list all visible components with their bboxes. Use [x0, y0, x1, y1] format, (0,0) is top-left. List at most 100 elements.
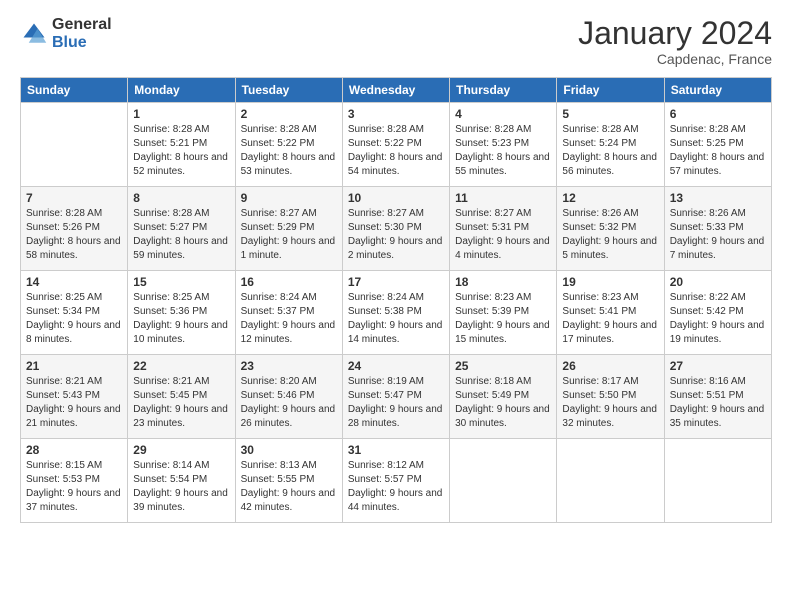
day-number: 28: [26, 443, 122, 457]
day-number: 14: [26, 275, 122, 289]
day-info: Sunrise: 8:28 AMSunset: 5:27 PMDaylight:…: [133, 207, 229, 263]
calendar-cell: 14 Sunrise: 8:25 AMSunset: 5:34 PMDayligh…: [21, 271, 128, 355]
calendar-cell: 16Sunrise: 8:24 AMSunset: 5:37 PMDayligh…: [235, 271, 342, 355]
week-row-2: 14 Sunrise: 8:25 AMSunset: 5:34 PMDayligh…: [21, 271, 772, 355]
calendar-cell: 18 Sunrise: 8:23 AMSunset: 5:39 PMDayligh…: [450, 271, 557, 355]
day-number: 2: [241, 107, 337, 121]
day-info: Sunrise: 8:21 AMSunset: 5:43 PMDaylight:…: [26, 375, 122, 431]
calendar-cell: 21 Sunrise: 8:21 AMSunset: 5:43 PMDayligh…: [21, 355, 128, 439]
calendar-cell: 3 Sunrise: 8:28 AMSunset: 5:22 PMDaylight…: [342, 103, 449, 187]
calendar-cell: 29 Sunrise: 8:14 AMSunset: 5:54 PMDayligh…: [128, 439, 235, 523]
day-number: 1: [133, 107, 229, 121]
day-number: 15: [133, 275, 229, 289]
logo-icon: [20, 20, 48, 48]
day-number: 31: [348, 443, 444, 457]
day-number: 12: [562, 191, 658, 205]
calendar-cell: 8 Sunrise: 8:28 AMSunset: 5:27 PMDaylight…: [128, 187, 235, 271]
day-number: 26: [562, 359, 658, 373]
calendar-cell: [450, 439, 557, 523]
day-info: Sunrise: 8:28 AMSunset: 5:25 PMDaylight:…: [670, 123, 766, 179]
day-info: Sunrise: 8:16 AMSunset: 5:51 PMDaylight:…: [670, 375, 766, 431]
day-info: Sunrise: 8:14 AMSunset: 5:54 PMDaylight:…: [133, 459, 229, 515]
day-number: 7: [26, 191, 122, 205]
day-info: Sunrise: 8:28 AMSunset: 5:23 PMDaylight:…: [455, 123, 551, 179]
calendar-table: Sunday Monday Tuesday Wednesday Thursday…: [20, 77, 772, 523]
logo: General Blue: [20, 16, 112, 51]
logo-blue-text: Blue: [52, 34, 112, 52]
day-info: Sunrise: 8:28 AMSunset: 5:22 PMDaylight:…: [241, 123, 337, 179]
day-info: Sunrise: 8:24 AMSunset: 5:38 PMDaylight:…: [348, 291, 444, 347]
calendar-cell: 1 Sunrise: 8:28 AMSunset: 5:21 PMDaylight…: [128, 103, 235, 187]
day-number: 22: [133, 359, 229, 373]
header-monday: Monday: [128, 78, 235, 103]
calendar-cell: 4Sunrise: 8:28 AMSunset: 5:23 PMDaylight…: [450, 103, 557, 187]
day-number: 5: [562, 107, 658, 121]
day-number: 21: [26, 359, 122, 373]
day-number: 17: [348, 275, 444, 289]
header: General Blue January 2024 Capdenac, Fran…: [20, 16, 772, 67]
day-info: Sunrise: 8:28 AMSunset: 5:21 PMDaylight:…: [133, 123, 229, 179]
calendar-cell: 7 Sunrise: 8:28 AMSunset: 5:26 PMDaylight…: [21, 187, 128, 271]
day-number: 11: [455, 191, 551, 205]
calendar-cell: 12 Sunrise: 8:26 AMSunset: 5:32 PMDayligh…: [557, 187, 664, 271]
calendar-cell: 22 Sunrise: 8:21 AMSunset: 5:45 PMDayligh…: [128, 355, 235, 439]
day-number: 23: [241, 359, 337, 373]
header-thursday: Thursday: [450, 78, 557, 103]
day-info: Sunrise: 8:25 AMSunset: 5:36 PMDaylight:…: [133, 291, 229, 347]
day-number: 13: [670, 191, 766, 205]
day-info: Sunrise: 8:13 AMSunset: 5:55 PMDaylight:…: [241, 459, 337, 515]
logo-text: General Blue: [52, 16, 112, 51]
calendar-cell: 2 Sunrise: 8:28 AMSunset: 5:22 PMDaylight…: [235, 103, 342, 187]
week-row-3: 21 Sunrise: 8:21 AMSunset: 5:43 PMDayligh…: [21, 355, 772, 439]
day-info: Sunrise: 8:25 AMSunset: 5:34 PMDaylight:…: [26, 291, 122, 347]
calendar-cell: 28 Sunrise: 8:15 AMSunset: 5:53 PMDayligh…: [21, 439, 128, 523]
day-info: Sunrise: 8:26 AMSunset: 5:32 PMDaylight:…: [562, 207, 658, 263]
calendar-cell: [21, 103, 128, 187]
title-area: January 2024 Capdenac, France: [578, 16, 772, 67]
day-info: Sunrise: 8:23 AMSunset: 5:41 PMDaylight:…: [562, 291, 658, 347]
day-header-row: Sunday Monday Tuesday Wednesday Thursday…: [21, 78, 772, 103]
calendar-cell: 13Sunrise: 8:26 AMSunset: 5:33 PMDayligh…: [664, 187, 771, 271]
day-info: Sunrise: 8:15 AMSunset: 5:53 PMDaylight:…: [26, 459, 122, 515]
day-number: 29: [133, 443, 229, 457]
calendar-cell: 23 Sunrise: 8:20 AMSunset: 5:46 PMDayligh…: [235, 355, 342, 439]
calendar-cell: 19Sunrise: 8:23 AMSunset: 5:41 PMDayligh…: [557, 271, 664, 355]
calendar-cell: [557, 439, 664, 523]
calendar-body: 1 Sunrise: 8:28 AMSunset: 5:21 PMDaylight…: [21, 103, 772, 523]
logo-general-text: General: [52, 16, 112, 34]
day-number: 27: [670, 359, 766, 373]
day-number: 8: [133, 191, 229, 205]
day-info: Sunrise: 8:28 AMSunset: 5:22 PMDaylight:…: [348, 123, 444, 179]
calendar-cell: 15 Sunrise: 8:25 AMSunset: 5:36 PMDayligh…: [128, 271, 235, 355]
calendar-cell: 9Sunrise: 8:27 AMSunset: 5:29 PMDaylight…: [235, 187, 342, 271]
day-number: 25: [455, 359, 551, 373]
week-row-0: 1 Sunrise: 8:28 AMSunset: 5:21 PMDaylight…: [21, 103, 772, 187]
day-info: Sunrise: 8:27 AMSunset: 5:30 PMDaylight:…: [348, 207, 444, 263]
day-info: Sunrise: 8:12 AMSunset: 5:57 PMDaylight:…: [348, 459, 444, 515]
day-number: 3: [348, 107, 444, 121]
header-friday: Friday: [557, 78, 664, 103]
day-number: 24: [348, 359, 444, 373]
header-saturday: Saturday: [664, 78, 771, 103]
day-info: Sunrise: 8:19 AMSunset: 5:47 PMDaylight:…: [348, 375, 444, 431]
day-info: Sunrise: 8:21 AMSunset: 5:45 PMDaylight:…: [133, 375, 229, 431]
day-info: Sunrise: 8:28 AMSunset: 5:26 PMDaylight:…: [26, 207, 122, 263]
calendar-cell: 10 Sunrise: 8:27 AMSunset: 5:30 PMDayligh…: [342, 187, 449, 271]
day-info: Sunrise: 8:20 AMSunset: 5:46 PMDaylight:…: [241, 375, 337, 431]
calendar-cell: 25Sunrise: 8:18 AMSunset: 5:49 PMDayligh…: [450, 355, 557, 439]
location: Capdenac, France: [578, 51, 772, 67]
calendar-cell: 24 Sunrise: 8:19 AMSunset: 5:47 PMDayligh…: [342, 355, 449, 439]
page: General Blue January 2024 Capdenac, Fran…: [0, 0, 792, 612]
month-title: January 2024: [578, 16, 772, 51]
calendar-cell: 27 Sunrise: 8:16 AMSunset: 5:51 PMDayligh…: [664, 355, 771, 439]
calendar-header: Sunday Monday Tuesday Wednesday Thursday…: [21, 78, 772, 103]
calendar-cell: 31 Sunrise: 8:12 AMSunset: 5:57 PMDayligh…: [342, 439, 449, 523]
day-number: 20: [670, 275, 766, 289]
header-wednesday: Wednesday: [342, 78, 449, 103]
day-number: 18: [455, 275, 551, 289]
calendar-cell: 26Sunrise: 8:17 AMSunset: 5:50 PMDayligh…: [557, 355, 664, 439]
day-info: Sunrise: 8:24 AMSunset: 5:37 PMDaylight:…: [241, 291, 337, 347]
day-info: Sunrise: 8:23 AMSunset: 5:39 PMDaylight:…: [455, 291, 551, 347]
calendar-cell: 30Sunrise: 8:13 AMSunset: 5:55 PMDayligh…: [235, 439, 342, 523]
day-number: 10: [348, 191, 444, 205]
